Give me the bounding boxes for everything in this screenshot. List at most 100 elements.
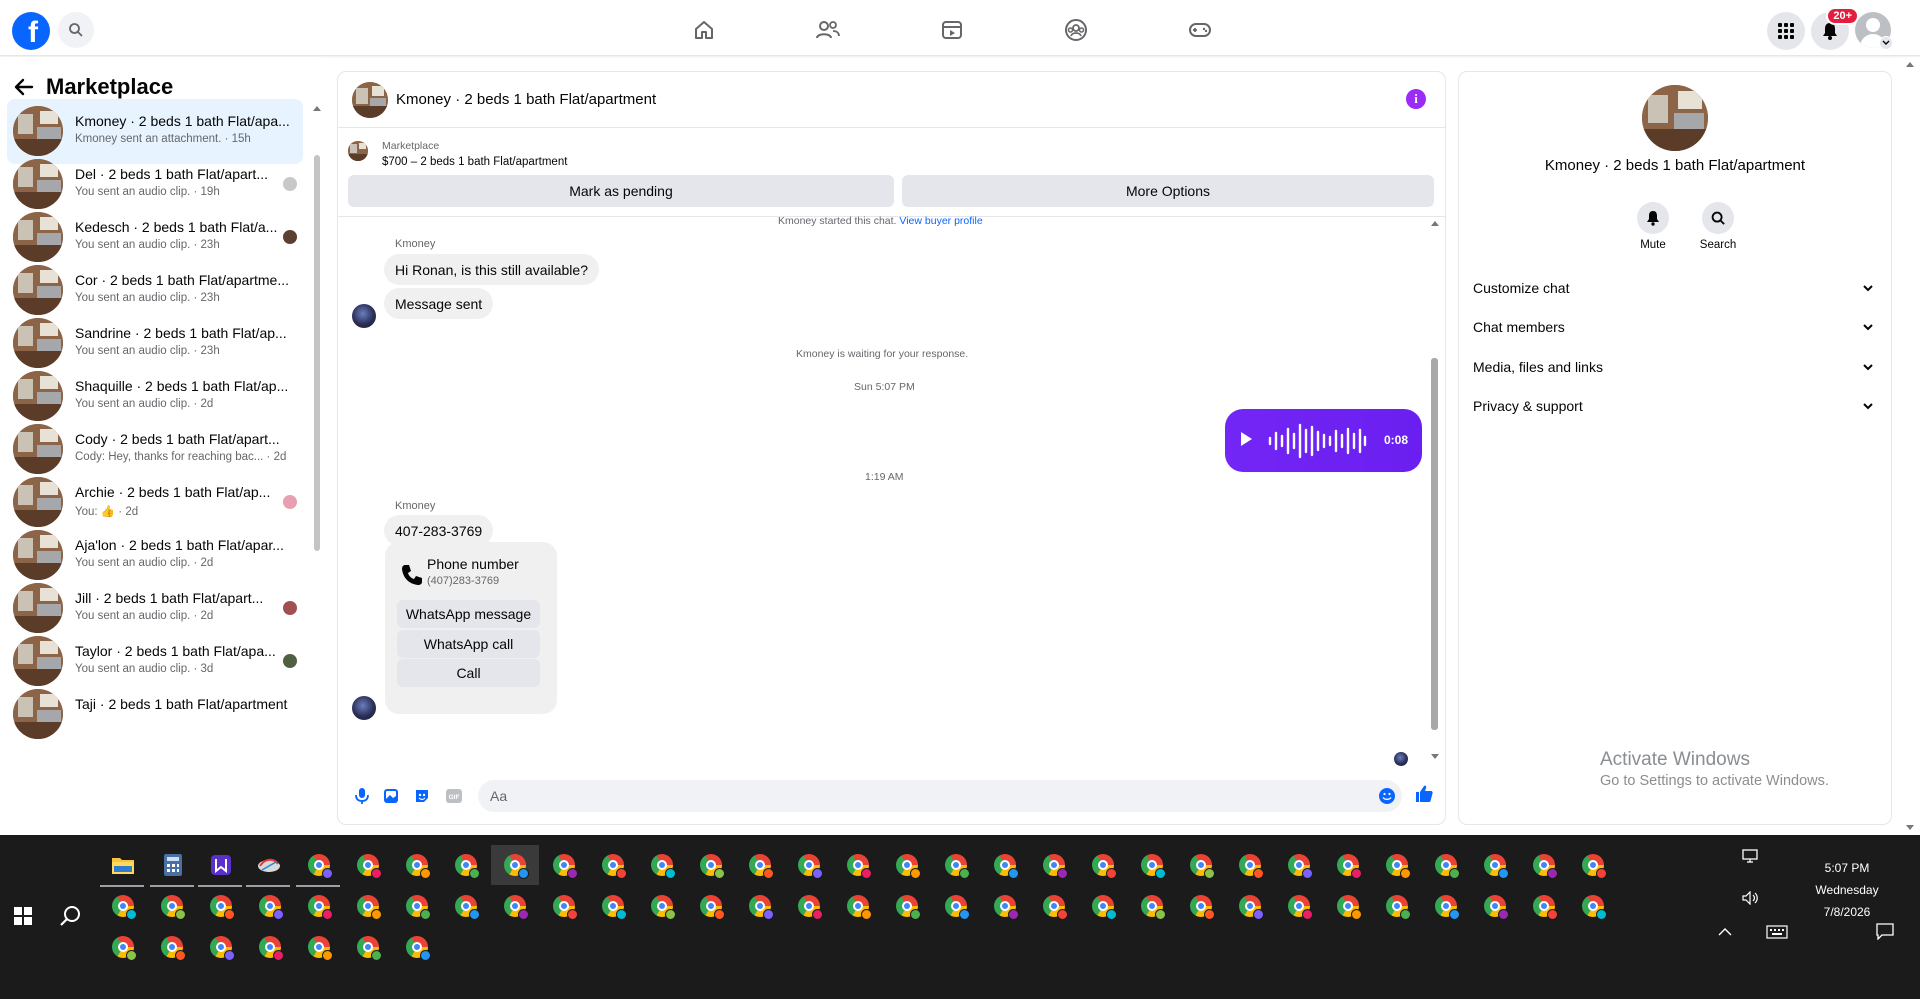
chrome-icon[interactable] bbox=[404, 852, 431, 879]
mute-action[interactable]: Mute bbox=[1623, 202, 1683, 251]
chrome-icon[interactable] bbox=[1139, 852, 1166, 879]
chrome-icon[interactable] bbox=[649, 852, 676, 879]
gaming-icon[interactable] bbox=[1170, 10, 1230, 50]
chrome-icon[interactable] bbox=[355, 893, 382, 920]
chrome-icon[interactable] bbox=[404, 934, 431, 961]
back-arrow-icon[interactable] bbox=[14, 78, 34, 96]
photo-icon[interactable] bbox=[381, 786, 401, 806]
more-options-button[interactable]: More Options bbox=[902, 175, 1434, 207]
info-icon[interactable]: i bbox=[1406, 89, 1426, 109]
thumbs-up-icon[interactable] bbox=[1414, 784, 1434, 804]
chrome-icon[interactable] bbox=[502, 893, 529, 920]
chrome-icon[interactable] bbox=[1237, 893, 1264, 920]
chrome-icon[interactable] bbox=[1335, 893, 1362, 920]
chrome-icon[interactable] bbox=[600, 852, 627, 879]
friends-icon[interactable] bbox=[798, 10, 858, 50]
chrome-icon[interactable] bbox=[1286, 893, 1313, 920]
taskbar-search-icon[interactable] bbox=[60, 905, 82, 927]
sticker-icon[interactable] bbox=[412, 786, 432, 806]
chrome-icon[interactable] bbox=[1433, 852, 1460, 879]
gif-icon[interactable]: GIF bbox=[444, 786, 464, 806]
incoming-message[interactable]: Message sent bbox=[384, 288, 494, 319]
network-icon[interactable] bbox=[1742, 849, 1758, 863]
chrome-icon[interactable] bbox=[1384, 893, 1411, 920]
volume-icon[interactable] bbox=[1742, 891, 1760, 905]
chrome-icon[interactable] bbox=[992, 893, 1019, 920]
chrome-icon[interactable] bbox=[1580, 852, 1607, 879]
chrome-icon[interactable] bbox=[1335, 852, 1362, 879]
chat-scrollbar[interactable] bbox=[1430, 218, 1440, 764]
chrome-icon[interactable] bbox=[551, 893, 578, 920]
search-icon[interactable] bbox=[58, 12, 94, 48]
search-conversation-action[interactable]: Search bbox=[1688, 202, 1748, 251]
whatsapp-call-button[interactable]: WhatsApp call bbox=[397, 630, 540, 658]
play-icon[interactable] bbox=[1241, 432, 1252, 446]
chrome-icon[interactable] bbox=[1139, 893, 1166, 920]
drawing-app-icon[interactable] bbox=[256, 852, 282, 878]
groups-icon[interactable] bbox=[1046, 10, 1106, 50]
chrome-icon[interactable] bbox=[796, 852, 823, 879]
taskbar-clock[interactable]: 5:07 PM Wednesday 7/8/2026 bbox=[1782, 857, 1912, 923]
chrome-icon[interactable] bbox=[600, 893, 627, 920]
listing-thumbnail[interactable] bbox=[352, 82, 388, 118]
chrome-icon[interactable] bbox=[845, 852, 872, 879]
view-buyer-profile-link[interactable]: View buyer profile bbox=[899, 215, 982, 227]
chrome-icon[interactable] bbox=[159, 934, 186, 961]
contact-avatar[interactable] bbox=[352, 696, 376, 720]
customize-chat-row[interactable]: Customize chat bbox=[1473, 274, 1873, 302]
watch-icon[interactable] bbox=[922, 10, 982, 50]
chrome-icon[interactable] bbox=[1482, 852, 1509, 879]
audio-message[interactable]: 0:08 bbox=[1225, 409, 1422, 472]
chrome-icon[interactable] bbox=[1384, 852, 1411, 879]
chrome-icon[interactable] bbox=[453, 852, 480, 879]
chrome-icon[interactable] bbox=[1041, 852, 1068, 879]
chrome-icon[interactable] bbox=[747, 852, 774, 879]
chrome-icon[interactable] bbox=[257, 934, 284, 961]
chrome-icon[interactable] bbox=[110, 934, 137, 961]
listing-avatar[interactable] bbox=[1642, 85, 1708, 151]
purple-app-icon[interactable] bbox=[208, 852, 234, 878]
chrome-icon[interactable] bbox=[1433, 893, 1460, 920]
chrome-icon[interactable] bbox=[355, 934, 382, 961]
chrome-icon[interactable] bbox=[1286, 852, 1313, 879]
page-scrollbar[interactable] bbox=[1902, 57, 1918, 835]
chrome-icon[interactable] bbox=[355, 852, 382, 879]
chrome-icon[interactable] bbox=[502, 852, 529, 879]
chrome-icon[interactable] bbox=[698, 852, 725, 879]
chrome-icon[interactable] bbox=[649, 893, 676, 920]
emoji-icon[interactable] bbox=[1377, 786, 1397, 806]
chrome-icon[interactable] bbox=[306, 852, 333, 879]
chrome-icon[interactable] bbox=[1531, 852, 1558, 879]
privacy-support-row[interactable]: Privacy & support bbox=[1473, 392, 1873, 420]
chrome-icon[interactable] bbox=[747, 893, 774, 920]
facebook-logo-icon[interactable]: f bbox=[12, 12, 50, 50]
chrome-icon[interactable] bbox=[894, 893, 921, 920]
chrome-icon[interactable] bbox=[404, 893, 431, 920]
chrome-icon[interactable] bbox=[1531, 893, 1558, 920]
whatsapp-message-button[interactable]: WhatsApp message bbox=[397, 600, 540, 628]
chrome-icon[interactable] bbox=[992, 852, 1019, 879]
windows-start-icon[interactable] bbox=[14, 907, 32, 925]
media-files-links-row[interactable]: Media, files and links bbox=[1473, 353, 1873, 381]
chrome-icon[interactable] bbox=[1580, 893, 1607, 920]
mark-as-pending-button[interactable]: Mark as pending bbox=[348, 175, 894, 207]
chrome-icon[interactable] bbox=[1041, 893, 1068, 920]
listing-price[interactable]: $700 – 2 beds 1 bath Flat/apartment bbox=[382, 156, 567, 168]
chrome-icon[interactable] bbox=[1188, 893, 1215, 920]
chrome-icon[interactable] bbox=[110, 893, 137, 920]
chrome-icon[interactable] bbox=[208, 934, 235, 961]
show-hidden-icons-chevron-icon[interactable] bbox=[1718, 927, 1732, 936]
chat-members-row[interactable]: Chat members bbox=[1473, 313, 1873, 341]
call-button[interactable]: Call bbox=[397, 659, 540, 687]
keyboard-icon[interactable] bbox=[1766, 925, 1788, 939]
file-explorer-icon[interactable] bbox=[110, 852, 136, 878]
contact-avatar[interactable] bbox=[352, 304, 376, 328]
chrome-icon[interactable] bbox=[698, 893, 725, 920]
chrome-icon[interactable] bbox=[1188, 852, 1215, 879]
notifications-bell-icon[interactable]: 20+ bbox=[1811, 7, 1859, 50]
chrome-icon[interactable] bbox=[453, 893, 480, 920]
sidebar-scrollbar[interactable] bbox=[313, 105, 321, 835]
conversation-item[interactable]: Taji · 2 beds 1 bath Flat/apartment bbox=[7, 682, 303, 747]
chrome-icon[interactable] bbox=[796, 893, 823, 920]
chrome-icon[interactable] bbox=[845, 893, 872, 920]
